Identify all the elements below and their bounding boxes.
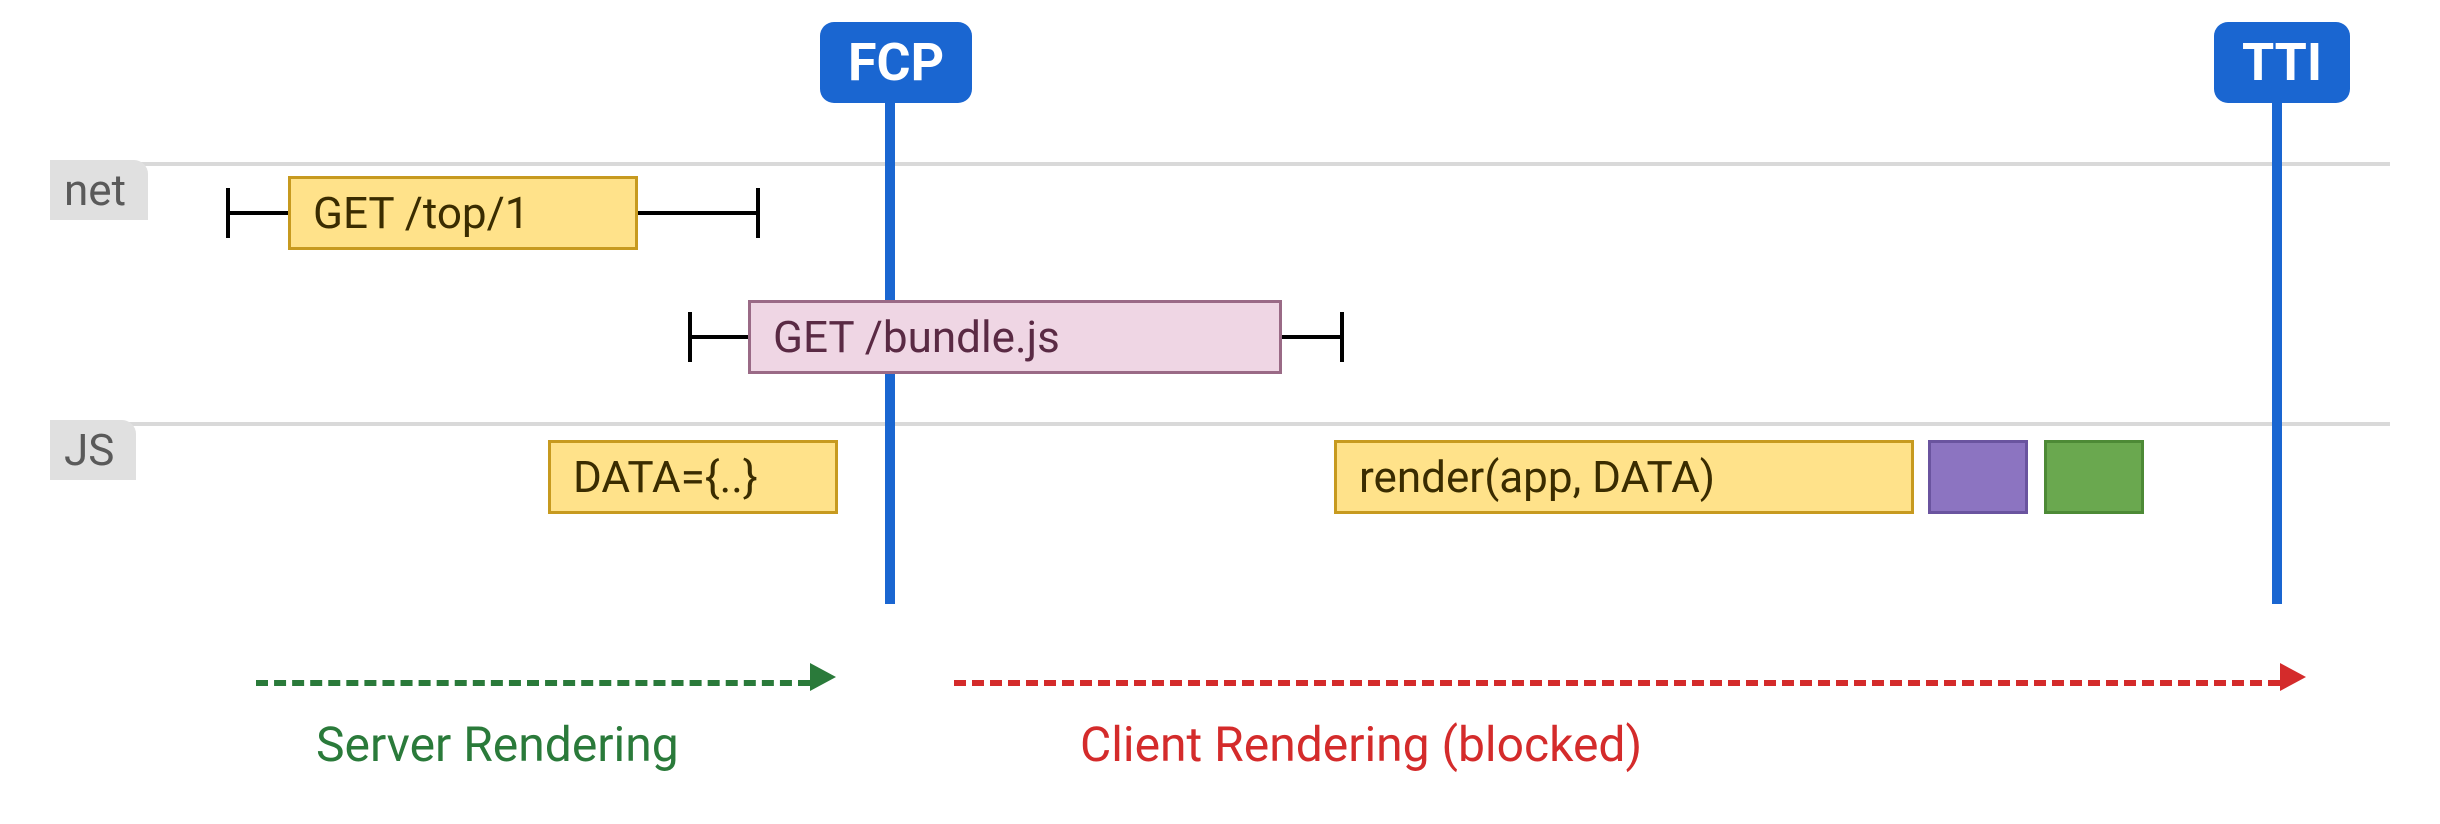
js-track-line bbox=[50, 422, 2390, 426]
data-inline-text: DATA={..} bbox=[573, 451, 758, 503]
server-rendering-arrow bbox=[256, 680, 810, 686]
fcp-marker-label: FCP bbox=[820, 22, 972, 103]
get-top-request-box: GET /top/1 bbox=[288, 176, 638, 250]
green-task-box bbox=[2044, 440, 2144, 514]
client-rendering-arrowhead-icon bbox=[2280, 663, 2306, 691]
server-rendering-label: Server Rendering bbox=[316, 716, 679, 773]
render-call-text: render(app, DATA) bbox=[1359, 451, 1715, 503]
get-bundle-whisker-right-cap bbox=[1340, 312, 1344, 362]
get-top-request-text: GET /top/1 bbox=[313, 187, 530, 239]
tti-marker-label: TTI bbox=[2214, 22, 2350, 103]
render-call-box: render(app, DATA) bbox=[1334, 440, 1914, 514]
data-inline-box: DATA={..} bbox=[548, 440, 838, 514]
tti-marker-line bbox=[2272, 100, 2282, 604]
net-track-line bbox=[50, 162, 2390, 166]
get-top-whisker-left-cap bbox=[226, 188, 230, 238]
client-rendering-label: Client Rendering (blocked) bbox=[1080, 716, 1642, 773]
purple-task-box bbox=[1928, 440, 2028, 514]
client-rendering-arrow bbox=[954, 680, 2280, 686]
get-bundle-whisker-left-cap bbox=[688, 312, 692, 362]
js-track-label: JS bbox=[50, 420, 136, 480]
net-track-label: net bbox=[50, 160, 148, 220]
get-bundle-request-box: GET /bundle.js bbox=[748, 300, 1282, 374]
get-top-whisker-right-cap bbox=[756, 188, 760, 238]
rendering-timeline-diagram: net JS FCP TTI GET /top/1 GET /bundle.js… bbox=[0, 0, 2440, 824]
server-rendering-arrowhead-icon bbox=[810, 663, 836, 691]
get-bundle-request-text: GET /bundle.js bbox=[773, 311, 1060, 363]
